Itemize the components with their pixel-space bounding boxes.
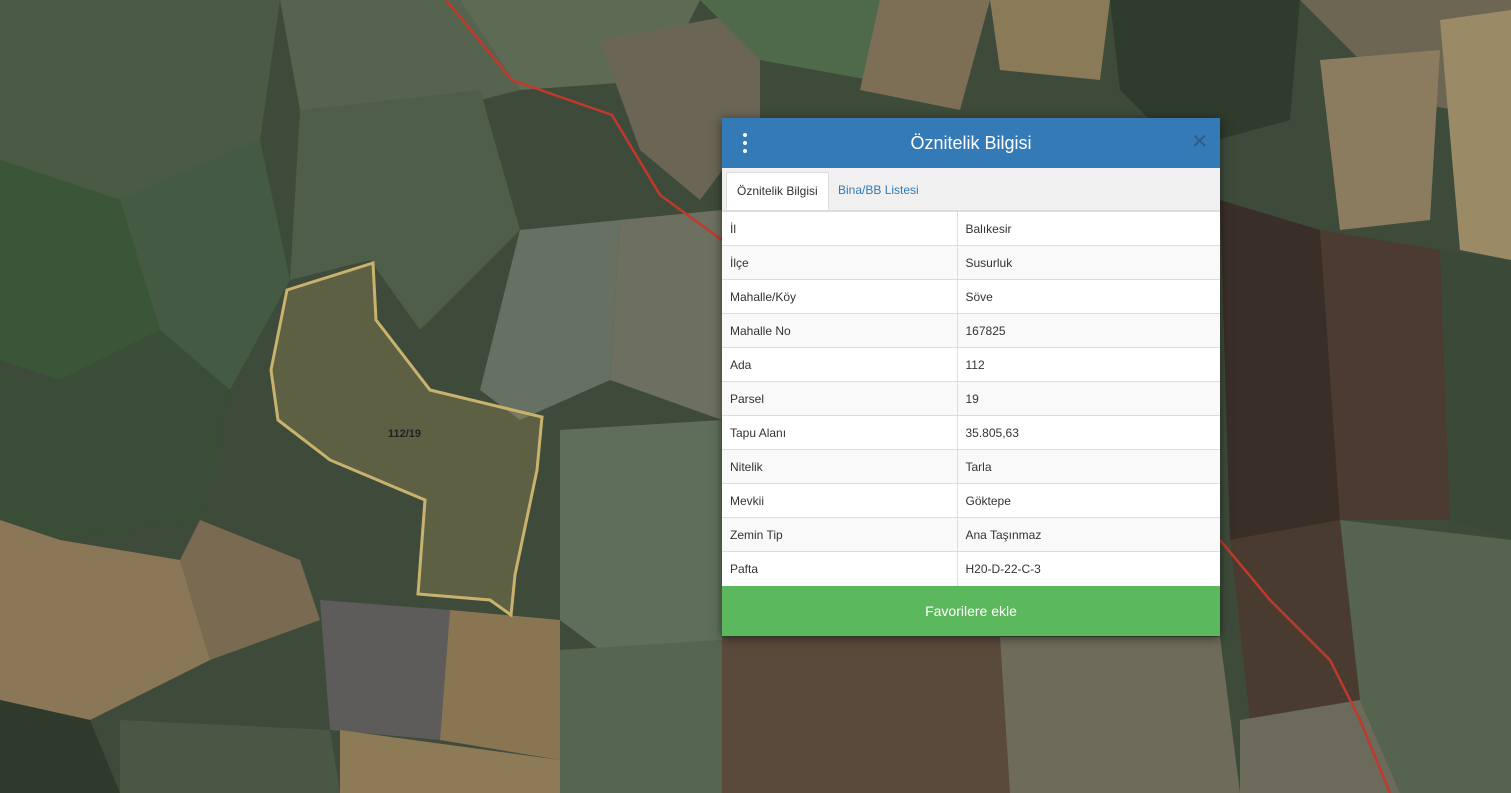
attribute-key: İl [722,211,958,246]
table-row: Parsel 19 [722,381,1220,416]
attribute-key: Tapu Alanı [722,415,958,450]
attribute-value: 167825 [957,313,1220,348]
attribute-key: Mevkii [722,483,958,518]
table-row: İl Balıkesir [722,211,1220,246]
dialog-title: Öznitelik Bilgisi [910,132,1032,153]
table-row: Zemin Tip Ana Taşınmaz [722,517,1220,552]
table-row: Mahalle/Köy Söve [722,279,1220,314]
attribute-key: Ada [722,347,958,382]
close-icon[interactable]: ✕ [1191,132,1208,152]
table-row: Nitelik Tarla [722,449,1220,484]
attribute-value: H20-D-22-C-3 [957,551,1220,586]
attribute-value: Balıkesir [957,211,1220,246]
attribute-value: Susurluk [957,245,1220,280]
attribute-table: İl Balıkesir İlçe Susurluk Mahalle/Köy Söve Ma… [722,211,1220,586]
attribute-key: Parsel [722,381,958,416]
attribute-key: Mahalle No [722,313,958,348]
attribute-value: Ana Taşınmaz [957,517,1220,552]
attribute-key: Pafta [722,551,958,586]
attribute-key: Zemin Tip [722,517,958,552]
attribute-value: 19 [957,381,1220,416]
parcel-label: 112/19 [388,428,422,440]
table-row: Mevkii Göktepe [722,483,1220,518]
menu-icon[interactable] [738,133,752,153]
attribute-value: 35.805,63 [957,415,1220,450]
table-row: Mahalle No 167825 [722,313,1220,348]
table-row: Ada 112 [722,347,1220,382]
tab-bar: Öznitelik Bilgisi Bina/BB Listesi [722,168,1220,211]
attribute-value: Tarla [957,449,1220,484]
attribute-key: Mahalle/Köy [722,279,958,314]
attribute-key: Nitelik [722,449,958,484]
tab-attribute-info[interactable]: Öznitelik Bilgisi [726,172,829,210]
attribute-value: Söve [957,279,1220,314]
dialog-header: Öznitelik Bilgisi ✕ [722,118,1220,168]
attribute-value: 112 [957,347,1220,382]
attribute-dialog: Öznitelik Bilgisi ✕ Öznitelik Bilgisi Bi… [722,118,1220,636]
table-row: İlçe Susurluk [722,245,1220,280]
attribute-value: Göktepe [957,483,1220,518]
table-row: Pafta H20-D-22-C-3 [722,551,1220,586]
attribute-key: İlçe [722,245,958,280]
tab-building-list[interactable]: Bina/BB Listesi [828,172,929,210]
table-row: Tapu Alanı 35.805,63 [722,415,1220,450]
add-favorites-button[interactable]: Favorilere ekle [722,585,1220,636]
